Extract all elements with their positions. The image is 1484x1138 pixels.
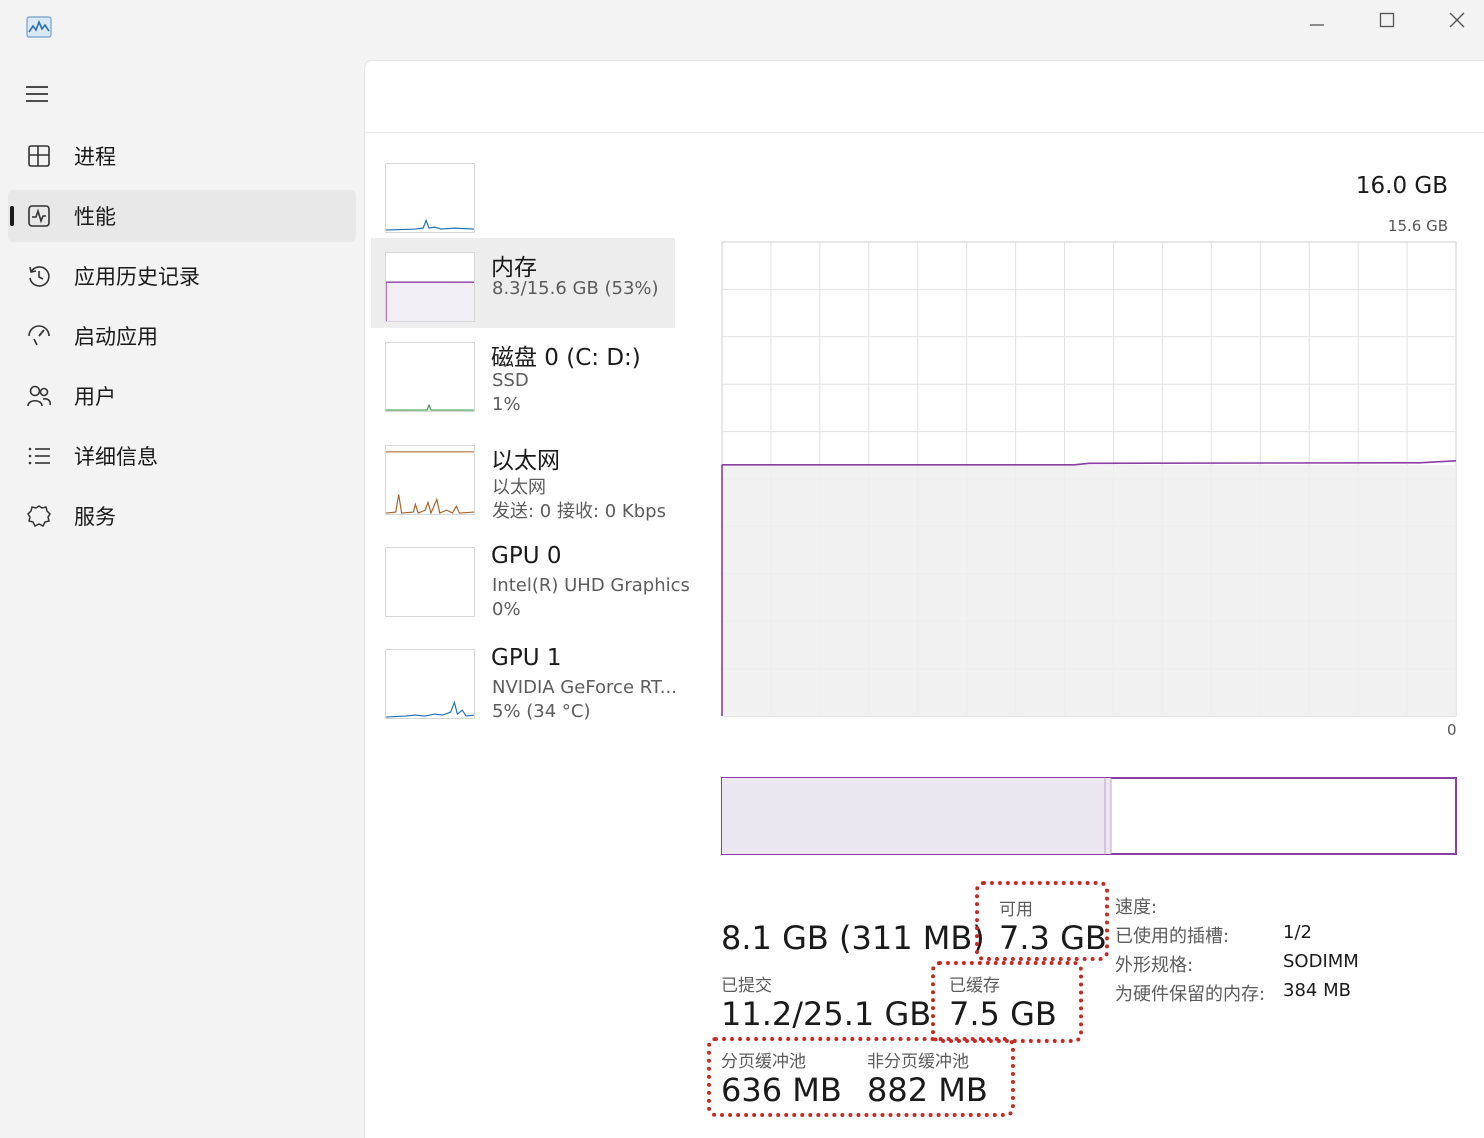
close-icon bbox=[1449, 12, 1465, 28]
task-manager-app-icon bbox=[26, 16, 52, 38]
gpu0-thumbnail-chart bbox=[385, 547, 475, 617]
cpu-thumbnail-chart bbox=[385, 163, 475, 233]
maximize-icon bbox=[1379, 12, 1395, 28]
device-subtitle: 8.3/15.6 GB (53%) bbox=[492, 278, 659, 299]
device-memory[interactable]: 内存 8.3/15.6 GB (53%) bbox=[371, 238, 675, 328]
reserved-label: 为硬件保留的内存: bbox=[1115, 984, 1266, 1005]
committed-value: 11.2/25.1 GB bbox=[721, 995, 932, 1033]
reserved-value: 384 MB bbox=[1283, 980, 1351, 1001]
chart-max-label: 15.6 GB bbox=[1387, 217, 1448, 235]
device-usage: 1% bbox=[492, 394, 521, 415]
performance-icon bbox=[28, 205, 50, 227]
details-icon bbox=[28, 447, 50, 465]
committed-label: 已提交 bbox=[721, 976, 772, 996]
memory-composition-chart bbox=[721, 777, 1457, 855]
close-button[interactable] bbox=[1422, 0, 1484, 40]
sidebar-item-performance[interactable]: 性能 bbox=[8, 190, 356, 242]
device-subtitle: 以太网 bbox=[492, 477, 546, 498]
device-gpu0[interactable]: GPU 0 Intel(R) UHD Graphics 0% bbox=[371, 533, 690, 623]
speed-label: 速度: bbox=[1115, 897, 1158, 918]
device-gpu1[interactable]: GPU 1 NVIDIA GeForce RT... 5% (34 °C) bbox=[371, 635, 677, 725]
hamburger-menu-icon[interactable] bbox=[24, 82, 52, 108]
main-header bbox=[365, 61, 1484, 133]
sidebar-item-app-history[interactable]: 应用历史记录 bbox=[8, 250, 356, 302]
highlight-pools bbox=[707, 1037, 1015, 1117]
gpu1-thumbnail-chart bbox=[385, 649, 475, 719]
device-title: 磁盘 0 (C: D:) bbox=[491, 345, 641, 371]
device-title: GPU 0 bbox=[491, 543, 562, 569]
form-factor-value: SODIMM bbox=[1283, 951, 1359, 972]
active-indicator bbox=[10, 206, 14, 226]
highlight-cached bbox=[931, 961, 1083, 1043]
device-title: 以太网 bbox=[491, 448, 560, 474]
title-bar bbox=[0, 0, 1484, 58]
memory-thumbnail-chart bbox=[385, 252, 475, 322]
ethernet-thumbnail-chart bbox=[385, 445, 475, 515]
sidebar-item-services[interactable]: 服务 bbox=[8, 490, 356, 542]
memory-usage-chart bbox=[721, 241, 1457, 717]
sidebar-item-details[interactable]: 详细信息 bbox=[8, 430, 356, 482]
sidebar-item-users[interactable]: 用户 bbox=[8, 370, 356, 422]
slots-value: 1/2 bbox=[1283, 922, 1312, 943]
sidebar-item-processes[interactable]: 进程 bbox=[8, 130, 356, 182]
sidebar-item-startup-apps[interactable]: 启动应用 bbox=[8, 310, 356, 362]
sidebar: 进程 性能 应用历史记录 启动应用 用户 详细信息 服务 bbox=[0, 58, 362, 1138]
maximize-button[interactable] bbox=[1352, 0, 1422, 40]
sidebar-item-label: 启动应用 bbox=[74, 325, 158, 349]
form-factor-label: 外形规格: bbox=[1115, 955, 1194, 976]
sidebar-item-label: 性能 bbox=[74, 205, 116, 229]
sidebar-item-label: 用户 bbox=[74, 385, 116, 409]
memory-usage-area bbox=[722, 464, 1456, 716]
highlight-available bbox=[975, 881, 1109, 961]
in-use-value: 8.1 GB (311 MB) bbox=[721, 919, 985, 957]
slots-label: 已使用的插槽: bbox=[1115, 926, 1230, 947]
device-usage: 5% (34 °C) bbox=[492, 701, 591, 722]
device-cpu[interactable] bbox=[371, 149, 675, 239]
main-panel: 内存 8.3/15.6 GB (53%) 磁盘 0 (C: D:) SSD 1%… bbox=[364, 60, 1484, 1138]
minimize-icon bbox=[1310, 24, 1324, 26]
memory-total-label: 16.0 GB bbox=[1355, 173, 1448, 199]
sidebar-item-label: 服务 bbox=[74, 505, 116, 529]
device-title: 内存 bbox=[491, 255, 537, 281]
device-title: GPU 1 bbox=[491, 645, 562, 671]
sidebar-item-label: 应用历史记录 bbox=[74, 265, 200, 289]
device-usage: 0% bbox=[492, 599, 521, 620]
users-icon bbox=[27, 385, 51, 407]
minimize-button[interactable] bbox=[1282, 0, 1352, 40]
device-disk[interactable]: 磁盘 0 (C: D:) SSD 1% bbox=[371, 328, 675, 418]
processes-icon bbox=[28, 145, 50, 167]
disk-thumbnail-chart bbox=[385, 342, 475, 412]
composition-in-use bbox=[722, 778, 1112, 854]
history-icon bbox=[29, 266, 50, 287]
startup-icon bbox=[28, 325, 50, 346]
services-icon bbox=[27, 505, 51, 528]
sidebar-item-label: 进程 bbox=[74, 145, 116, 169]
chart-min-label: 0 bbox=[1447, 721, 1457, 739]
device-ethernet[interactable]: 以太网 以太网 发送: 0 接收: 0 Kbps bbox=[371, 431, 675, 522]
device-subtitle: NVIDIA GeForce RT... bbox=[492, 677, 677, 698]
device-throughput: 发送: 0 接收: 0 Kbps bbox=[492, 501, 666, 522]
device-subtitle: SSD bbox=[492, 370, 529, 391]
sidebar-item-label: 详细信息 bbox=[74, 445, 158, 469]
device-subtitle: Intel(R) UHD Graphics bbox=[492, 575, 690, 596]
